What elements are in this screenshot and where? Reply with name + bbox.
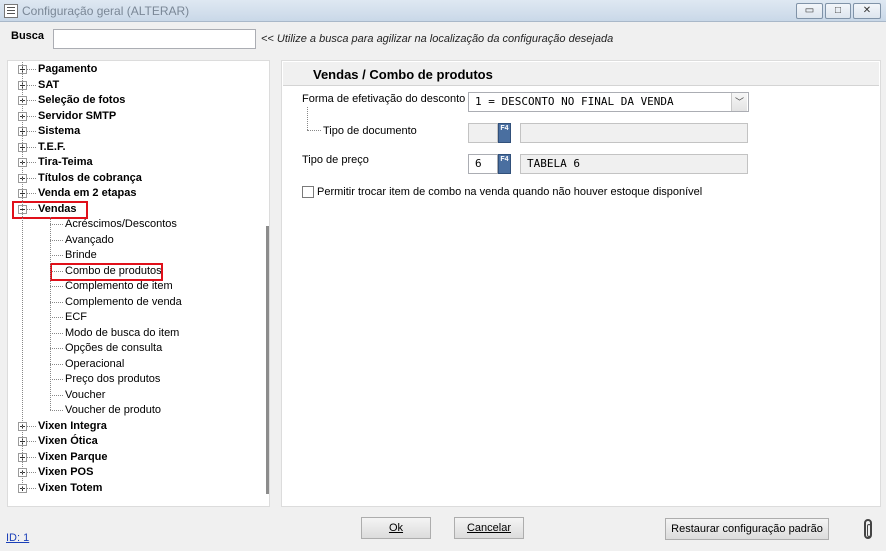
discount-value: 1 = DESCONTO NO FINAL DA VENDA (475, 95, 674, 108)
tree-connector (27, 84, 36, 86)
restore-defaults-button[interactable]: Restaurar configuração padrão (665, 518, 829, 540)
tree-connector (27, 69, 36, 70)
id-link[interactable]: ID: 1 (6, 532, 29, 544)
tree-child-item[interactable]: Operacional (65, 357, 124, 372)
tree-child-item[interactable]: Avançado (65, 233, 114, 248)
tree-child-item[interactable]: Opções de consulta (65, 341, 162, 356)
f4-label: F4 (500, 125, 509, 132)
price-type-code-field[interactable]: 6 (468, 154, 498, 174)
paperclip-icon[interactable] (864, 519, 872, 539)
tree-item-label[interactable]: Sistema (38, 124, 80, 139)
app-icon (4, 4, 18, 18)
tree-item-label[interactable]: Vixen Parque (38, 450, 108, 465)
tree-connector (50, 363, 63, 365)
tree-item-label[interactable]: Pagamento (38, 62, 97, 77)
chevron-down-icon[interactable]: ﹀ (731, 93, 747, 111)
tree-connector (27, 177, 36, 179)
discount-label: Forma de efetivação do desconto (302, 93, 466, 105)
tree-connector (307, 107, 308, 130)
tree-connector (27, 115, 36, 117)
tree-item-label[interactable]: Tira-Teima (38, 155, 93, 170)
tree-connector (50, 317, 63, 318)
doc-type-lookup-button[interactable]: F4 (498, 123, 511, 143)
tree-connector (50, 286, 63, 287)
tree-child-item[interactable]: Preço dos produtos (65, 372, 160, 387)
tree-scrollbar[interactable] (266, 226, 269, 494)
close-button[interactable]: ✕ (853, 3, 881, 19)
doc-type-label: Tipo de documento (323, 125, 417, 137)
tree-connector (27, 131, 36, 132)
tree-item-label[interactable]: Títulos de cobrança (38, 171, 142, 186)
doc-type-code-field[interactable] (468, 123, 498, 143)
tree-connector (27, 100, 36, 101)
maximize-button[interactable]: □ (825, 3, 851, 19)
tree-child-item[interactable]: Brinde (65, 248, 97, 263)
tree-connector (50, 379, 63, 380)
tree-child-item[interactable]: Modo de busca do item (65, 326, 179, 341)
tree-child-item[interactable]: Acréscimos/Descontos (65, 217, 177, 232)
tree-child-item[interactable]: Complemento de venda (65, 295, 182, 310)
tree-connector (27, 162, 36, 163)
tree-item-label[interactable]: Venda em 2 etapas (38, 186, 136, 201)
tree-item-label[interactable]: Servidor SMTP (38, 109, 116, 124)
tree-connector (50, 301, 63, 303)
tree-item-label[interactable]: Vixen Integra (38, 419, 107, 434)
tree-item-label[interactable]: Seleção de fotos (38, 93, 125, 108)
selected-group-highlight (12, 200, 88, 219)
tree-child-item[interactable]: Voucher (65, 388, 105, 403)
price-type-desc-field: TABELA 6 (520, 154, 748, 174)
selected-item-highlight (50, 262, 163, 281)
tree-connector (50, 410, 63, 411)
tree-connector (27, 193, 36, 194)
window-titlebar: Configuração geral (ALTERAR) ▭ □ ✕ (0, 0, 886, 22)
search-hint: << Utilize a busca para agilizar na loca… (261, 33, 614, 45)
search-input[interactable] (53, 29, 256, 49)
tree-connector (50, 394, 63, 396)
tree-connector (27, 456, 36, 458)
stock-swap-checkbox[interactable] (302, 186, 314, 198)
tree-connector (27, 441, 36, 442)
tree-connector (27, 487, 36, 489)
ok-label: Ok (388, 522, 404, 534)
price-type-lookup-button[interactable]: F4 (498, 154, 511, 174)
cancel-label: Cancelar (466, 522, 512, 534)
tree-item-label[interactable]: Vixen POS (38, 465, 93, 480)
f4-label: F4 (500, 156, 509, 163)
tree-child-item[interactable]: ECF (65, 310, 87, 325)
window-title: Configuração geral (ALTERAR) (22, 4, 190, 18)
tree-connector (27, 146, 36, 148)
tree-connector (50, 239, 63, 241)
tree-connector (50, 348, 63, 349)
tree-item-label[interactable]: SAT (38, 78, 59, 93)
minimize-button[interactable]: ▭ (796, 3, 823, 19)
discount-combobox[interactable]: 1 = DESCONTO NO FINAL DA VENDA (468, 92, 749, 112)
tree-connector (22, 62, 23, 489)
tree-connector (27, 425, 36, 427)
tree-child-item[interactable]: Voucher de produto (65, 403, 161, 418)
cancel-button[interactable]: Cancelar (454, 517, 524, 539)
tree-child-item[interactable]: Complemento de item (65, 279, 173, 294)
tree-item-label[interactable]: Vixen Ótica (38, 434, 98, 449)
tree-item-label[interactable]: Vixen Totem (38, 481, 102, 496)
stock-swap-label: Permitir trocar item de combo na venda q… (317, 186, 703, 198)
ok-button[interactable]: Ok (361, 517, 431, 539)
tree-connector (50, 255, 63, 256)
tree-connector (50, 224, 63, 225)
tree-connector (50, 217, 51, 410)
tree-item-label[interactable]: T.E.F. (38, 140, 66, 155)
price-type-label: Tipo de preço (302, 154, 369, 166)
search-label: Busca (11, 30, 45, 42)
tree-connector (27, 472, 36, 473)
tree-connector (307, 130, 321, 131)
tree-connector (50, 332, 63, 334)
doc-type-desc-field (520, 123, 748, 143)
section-title: Vendas / Combo de produtos (313, 67, 493, 82)
